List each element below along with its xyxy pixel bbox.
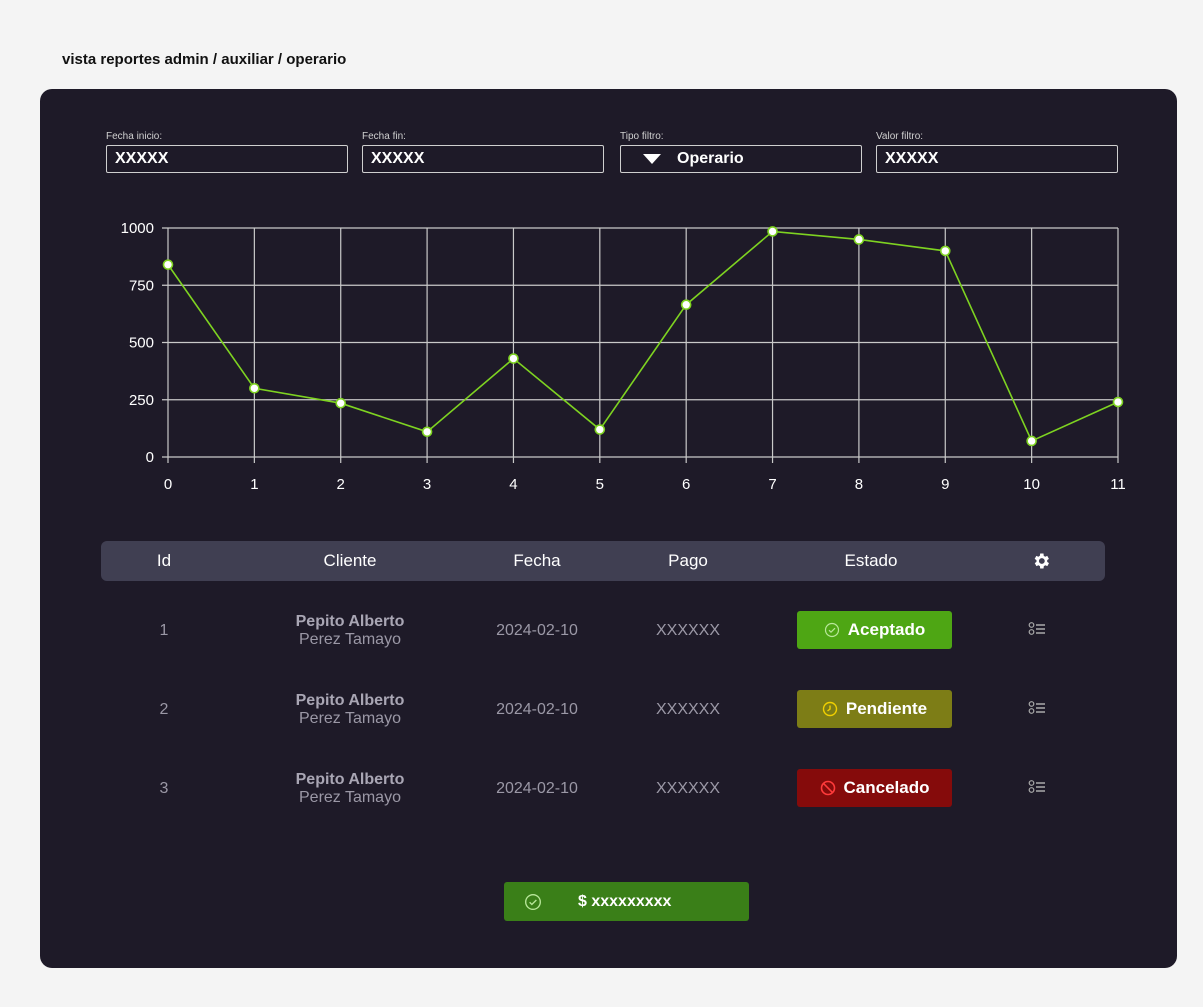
filter-tipo: Tipo filtro: Operario <box>620 129 862 173</box>
table-row: 3 Pepito Alberto Perez Tamayo 2024-02-10… <box>40 759 1177 819</box>
filter-label: Valor filtro: <box>876 131 924 142</box>
check-circle-icon <box>824 622 839 638</box>
row-pago: XXXXXX <box>655 780 721 797</box>
x-tick-label: 9 <box>941 476 949 493</box>
y-tick-label: 750 <box>129 277 154 294</box>
filter-label: Tipo filtro: <box>620 131 664 142</box>
header-id: Id <box>156 551 172 570</box>
data-point <box>335 397 347 409</box>
client-surname: Perez Tamayo <box>299 789 401 806</box>
total-button[interactable]: $ xxxxxxxxx <box>504 882 749 921</box>
row-cliente: Pepito Alberto Perez Tamayo <box>296 601 405 661</box>
filter-value: XXXXX <box>115 150 169 167</box>
data-point <box>1026 435 1037 447</box>
data-point <box>249 383 260 394</box>
row-fecha: 2024-02-10 <box>496 780 578 797</box>
clock-icon <box>822 701 838 717</box>
tipo-filtro-select[interactable]: Operario <box>620 145 862 173</box>
data-point <box>939 245 951 257</box>
filter-fecha-inicio: Fecha inicio: XXXXX <box>106 129 348 173</box>
x-tick-label: 10 <box>1023 476 1040 493</box>
list-detail-icon[interactable] <box>1028 700 1046 721</box>
header-estado: Estado <box>844 551 898 570</box>
dropdown-triangle-icon <box>643 154 661 164</box>
row-pago: XXXXXX <box>655 622 721 639</box>
client-surname: Perez Tamayo <box>299 631 401 648</box>
list-detail-icon[interactable] <box>1028 779 1046 800</box>
status-badge[interactable]: Pendiente <box>797 690 952 728</box>
y-tick-label: 500 <box>129 335 154 352</box>
row-id: 1 <box>159 622 169 639</box>
x-tick-label: 11 <box>1110 476 1126 493</box>
x-tick-label: 4 <box>509 476 517 493</box>
filter-value: XXXXX <box>371 150 425 167</box>
total-amount: $ xxxxxxxxx <box>578 892 672 910</box>
client-name: Pepito Alberto <box>295 771 405 788</box>
list-detail-icon[interactable] <box>1028 621 1046 642</box>
status-label: Aceptado <box>847 620 926 639</box>
fecha-inicio-input[interactable]: XXXXX <box>106 145 348 173</box>
header-cliente: Cliente <box>323 551 377 570</box>
x-tick-label: 8 <box>855 476 863 493</box>
gear-icon[interactable] <box>1031 551 1051 571</box>
filter-label: Fecha inicio: <box>106 131 163 142</box>
data-point <box>767 226 778 237</box>
row-id: 3 <box>159 780 169 797</box>
filter-value: Operario <box>677 150 744 167</box>
data-point <box>162 259 174 270</box>
table-header: Id Cliente Fecha Pago Estado <box>101 541 1105 581</box>
x-tick-label: 6 <box>682 476 690 493</box>
data-point <box>853 234 865 245</box>
page-title: vista reportes admin / auxiliar / operar… <box>62 51 347 68</box>
x-tick-label: 3 <box>423 476 431 493</box>
status-label: Pendiente <box>845 699 928 718</box>
check-circle-icon <box>525 893 541 910</box>
row-pago: XXXXXX <box>655 701 721 718</box>
x-tick-label: 2 <box>337 476 345 493</box>
x-tick-label: 1 <box>250 476 258 493</box>
status-badge[interactable]: Aceptado <box>797 611 952 649</box>
row-cliente: Pepito Alberto Perez Tamayo <box>296 759 405 819</box>
x-tick-label: 0 <box>164 476 172 493</box>
report-panel: Fecha inicio: XXXXX Fecha fin: XXXXX Tip… <box>40 89 1177 968</box>
x-tick-label: 7 <box>768 476 776 493</box>
status-badge[interactable]: Cancelado <box>797 769 952 807</box>
x-tick-label: 5 <box>596 476 604 493</box>
status-label: Cancelado <box>843 778 930 797</box>
client-name: Pepito Alberto <box>295 692 405 709</box>
y-tick-label: 1000 <box>121 220 154 237</box>
y-tick-label: 250 <box>129 392 154 409</box>
row-cliente: Pepito Alberto Perez Tamayo <box>296 680 405 740</box>
fecha-fin-input[interactable]: XXXXX <box>362 145 604 173</box>
filter-label: Fecha fin: <box>362 131 406 142</box>
data-point <box>680 299 692 311</box>
data-point <box>508 353 519 364</box>
data-point <box>421 426 433 438</box>
data-point <box>1112 396 1124 408</box>
header-pago: Pago <box>668 551 708 570</box>
row-id: 2 <box>159 701 169 718</box>
client-name: Pepito Alberto <box>295 613 405 630</box>
client-surname: Perez Tamayo <box>299 710 401 727</box>
row-fecha: 2024-02-10 <box>496 622 578 639</box>
data-point <box>594 424 606 435</box>
valor-filtro-input[interactable]: XXXXX <box>876 145 1118 173</box>
filter-value: XXXXX <box>885 150 939 167</box>
ban-icon <box>820 780 835 796</box>
row-fecha: 2024-02-10 <box>496 701 578 718</box>
table-row: 1 Pepito Alberto Perez Tamayo 2024-02-10… <box>40 601 1177 661</box>
table-row: 2 Pepito Alberto Perez Tamayo 2024-02-10… <box>40 680 1177 740</box>
header-fecha: Fecha <box>513 551 561 570</box>
filter-fecha-fin: Fecha fin: XXXXX <box>362 129 604 173</box>
filter-valor: Valor filtro: XXXXX <box>876 129 1118 173</box>
line-chart: 0 1 2 3 4 5 6 7 8 9 10 11 0 250 500 750 1000 <box>121 220 1126 493</box>
y-tick-label: 0 <box>146 449 154 466</box>
series-line <box>167 230 1119 443</box>
